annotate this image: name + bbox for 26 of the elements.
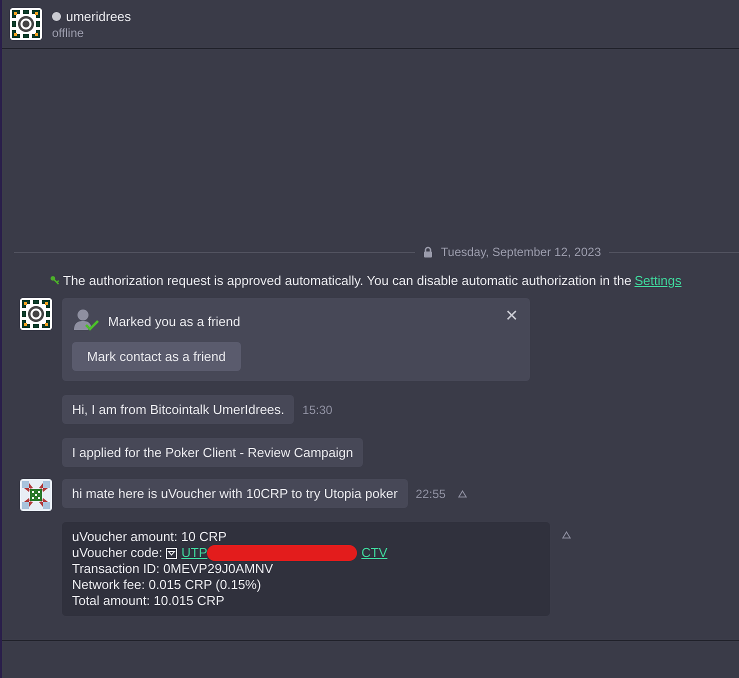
message-bubble: hi mate here is uVoucher with 10CRP to try Utopia poker [62, 479, 408, 508]
date-label: Tuesday, September 12, 2023 [440, 245, 601, 259]
message-bubble: I applied for the Poker Client - Review Campaign [62, 438, 364, 467]
system-message: The authorization request is approved automatically. You can disable automatic authorization in the [63, 273, 632, 288]
voucher-code-link[interactable]: UTP [181, 545, 208, 561]
voucher-detail: Network fee: 0.015 CRP (0.15%) [72, 577, 262, 593]
contact-name: umeridrees [66, 8, 132, 24]
message-time: 15:30 [302, 402, 332, 416]
mark-friend-button[interactable]: Mark contact as a friend [72, 342, 241, 371]
voucher-icon [166, 548, 178, 558]
message-time: 22:55 [416, 486, 446, 500]
voucher-code-label: uVoucher code: [72, 545, 162, 561]
friend-request-text: Marked you as a friend [108, 314, 240, 328]
message-bubble: Hi, I am from Bitcointalk UmerIdrees. [62, 395, 294, 424]
close-button[interactable]: ✕ [505, 306, 518, 326]
key-icon [50, 275, 60, 286]
avatar-icon [10, 8, 42, 40]
avatar-icon [20, 298, 52, 330]
avatar-icon [20, 479, 52, 511]
voucher-detail: Transaction ID: 0MEVP29J0AMNV [72, 561, 274, 577]
voucher-detail: uVoucher amount: 10 CRP [72, 529, 228, 545]
voucher-detail: Total amount: 10.015 CRP [72, 593, 226, 609]
settings-link[interactable]: Settings [634, 273, 682, 288]
contact-status: offline [52, 26, 85, 40]
lock-icon [422, 246, 433, 258]
voucher-code-link[interactable]: CTV [361, 545, 388, 561]
